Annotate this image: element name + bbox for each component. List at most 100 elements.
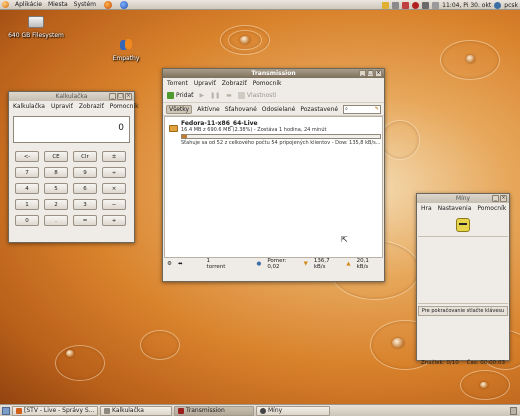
calc-key-0[interactable]: 0 xyxy=(15,215,39,226)
menu-game[interactable]: Hra xyxy=(421,205,432,212)
system-tray: 11:04, Pi 30. okt pcsk xyxy=(382,0,518,10)
drop-decoration xyxy=(240,36,250,44)
calc-key-decimal[interactable]: . xyxy=(44,215,68,226)
notification-icon[interactable] xyxy=(382,1,390,9)
filter-seeding[interactable]: Odosielané xyxy=(262,106,296,113)
calc-key-9[interactable]: 9 xyxy=(73,167,97,178)
user-icon xyxy=(494,1,502,9)
clock[interactable]: 11:04, Pi 30. okt xyxy=(442,2,491,9)
menu-settings[interactable]: Nastavenia xyxy=(438,205,472,212)
menu-view[interactable]: Zobraziť xyxy=(79,103,104,110)
calc-key-1[interactable]: 1 xyxy=(15,199,39,210)
minimize-button[interactable]: _ xyxy=(109,93,116,100)
minimize-button[interactable]: _ xyxy=(359,70,366,77)
turtle-icon[interactable]: ⬌ xyxy=(178,261,183,267)
transmission-tray-icon[interactable] xyxy=(412,1,420,9)
calculator-titlebar[interactable]: Kalkulačka _ □ × xyxy=(9,92,134,101)
menu-torrent[interactable]: Torrent xyxy=(167,80,188,87)
calculator-window: Kalkulačka _ □ × Kalkulačka Upraviť Zobr… xyxy=(8,91,139,243)
calc-key-3[interactable]: 3 xyxy=(73,199,97,210)
menu-applications[interactable]: Aplikácie xyxy=(15,1,42,8)
desktop-icon-filesystem[interactable]: 640 GB Filesystem xyxy=(8,16,64,39)
desktop-icon-empathy[interactable]: Empathy xyxy=(106,38,146,62)
pause-icon[interactable]: ❚❚ xyxy=(210,92,220,99)
taskbar-item-calculator[interactable]: Kalkulačka xyxy=(100,405,172,416)
mines-statusbar: Značiek: 0/10 Čas: 00:00:03 xyxy=(417,360,509,366)
maximize-button[interactable]: □ xyxy=(367,70,374,77)
drop-decoration xyxy=(480,382,488,388)
menu-places[interactable]: Miesta xyxy=(48,1,68,8)
transmission-menubar: Torrent Upraviť Zobraziť Pomocník xyxy=(163,78,384,89)
calc-key-2[interactable]: 2 xyxy=(44,199,68,210)
torrent-row[interactable]: Fedora-11-x86_64-Live 16.4 MB z 690.6 MB… xyxy=(181,120,391,146)
menu-help[interactable]: Pomocník xyxy=(110,103,139,110)
properties-button-label: Vlastnosti xyxy=(246,92,277,99)
menu-edit[interactable]: Upraviť xyxy=(194,80,216,87)
menu-edit[interactable]: Upraviť xyxy=(51,103,73,110)
transmission-toolbar: Pridať ▶ ❚❚ ▬ Vlastnosti xyxy=(163,89,384,103)
filter-downloading[interactable]: Sťahované xyxy=(225,106,257,113)
calc-key-multiply[interactable]: × xyxy=(102,183,126,194)
timer: Čas: 00:00:03 xyxy=(466,360,505,366)
ratio-icon: ● xyxy=(256,261,262,267)
mail-icon[interactable] xyxy=(432,1,440,9)
maximize-button[interactable]: □ xyxy=(117,93,124,100)
remove-icon[interactable]: ▬ xyxy=(226,92,232,99)
minimize-button[interactable]: _ xyxy=(492,195,499,202)
calc-key-clear[interactable]: Clr xyxy=(73,151,97,162)
menu-help[interactable]: Pomocník xyxy=(253,80,282,87)
network-icon[interactable] xyxy=(392,1,400,9)
trash-icon[interactable] xyxy=(510,406,517,415)
transmission-titlebar[interactable]: Transmission _ □ × xyxy=(163,69,384,78)
window-title: Transmission xyxy=(251,70,296,77)
filter-all[interactable]: Všetky xyxy=(166,104,193,114)
filter-paused[interactable]: Pozastavené xyxy=(300,106,338,113)
taskbar-item-transmission[interactable]: Transmission xyxy=(174,405,254,416)
calc-key-5[interactable]: 5 xyxy=(44,183,68,194)
help-icon[interactable] xyxy=(120,0,129,9)
firefox-icon[interactable] xyxy=(104,0,113,9)
calc-key-8[interactable]: 8 xyxy=(44,167,68,178)
calculator-keypad: <- CE Clr ± 7 8 9 ÷ 4 5 6 × 1 2 3 − 0 . … xyxy=(9,151,134,226)
menu-system[interactable]: Systém xyxy=(74,1,96,8)
download-speed: 136,7 kB/s xyxy=(313,258,330,270)
calc-key-backspace[interactable]: <- xyxy=(15,151,39,162)
torrent-progress-fill xyxy=(182,135,187,138)
folder-icon xyxy=(169,125,178,132)
calc-key-6[interactable]: 6 xyxy=(73,183,97,194)
taskbar-item-mines[interactable]: Míny xyxy=(256,405,330,416)
new-game-face-button[interactable] xyxy=(456,218,470,232)
preferences-icon[interactable]: ⚙ xyxy=(167,261,172,267)
calc-key-sign[interactable]: ± xyxy=(102,151,126,162)
taskbar-item-label: [STV - Live - Správy S... xyxy=(24,407,95,414)
desktop-icon-label: Empathy xyxy=(112,55,140,62)
clear-search-icon[interactable]: ✎ xyxy=(375,106,379,112)
properties-button[interactable]: Vlastnosti xyxy=(237,92,277,99)
minefield[interactable] xyxy=(418,236,508,304)
menu-view[interactable]: Zobraziť xyxy=(222,80,247,87)
menu-help[interactable]: Pomocník xyxy=(477,205,506,212)
calc-key-clear-entry[interactable]: CE xyxy=(44,151,68,162)
start-icon[interactable]: ▶ xyxy=(199,92,204,99)
add-button[interactable]: Pridať xyxy=(167,92,193,99)
mines-titlebar[interactable]: Míny _ × xyxy=(417,194,509,203)
calc-key-equals[interactable]: = xyxy=(73,215,97,226)
search-input[interactable]: ⌕ ✎ xyxy=(343,104,381,114)
calc-key-minus[interactable]: − xyxy=(102,199,126,210)
show-desktop-icon[interactable] xyxy=(2,406,10,415)
torrent-list: Fedora-11-x86_64-Live 16.4 MB z 690.6 MB… xyxy=(164,116,383,258)
taskbar-item-browser[interactable]: [STV - Live - Správy S... xyxy=(12,405,98,416)
close-button[interactable]: × xyxy=(500,195,507,202)
calc-key-plus[interactable]: + xyxy=(102,215,126,226)
close-button[interactable]: × xyxy=(375,70,382,77)
volume-icon[interactable] xyxy=(422,1,430,9)
close-button[interactable]: × xyxy=(125,93,132,100)
update-icon[interactable] xyxy=(402,1,410,9)
user-name[interactable]: pcsk xyxy=(504,2,518,9)
calc-key-7[interactable]: 7 xyxy=(15,167,39,178)
menu-calculator[interactable]: Kalkulačka xyxy=(13,103,45,110)
calc-key-divide[interactable]: ÷ xyxy=(102,167,126,178)
filter-active[interactable]: Aktívne xyxy=(197,106,220,113)
window-controls: _ □ × xyxy=(359,70,382,77)
calc-key-4[interactable]: 4 xyxy=(15,183,39,194)
